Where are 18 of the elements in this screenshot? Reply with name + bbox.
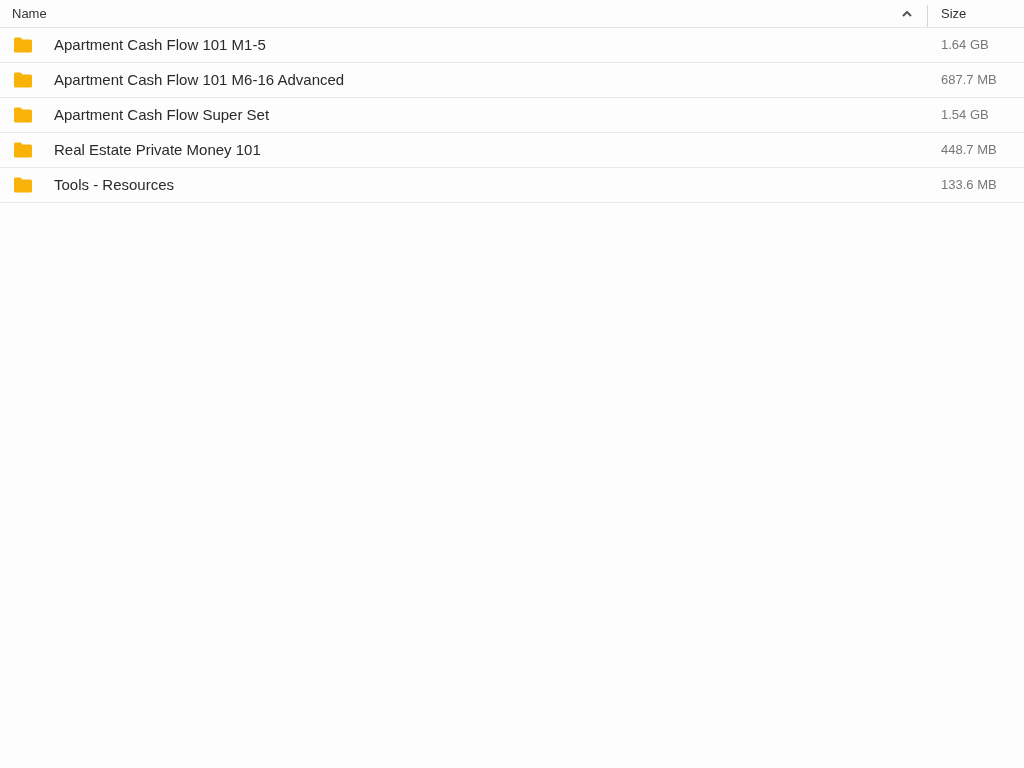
folder-icon <box>13 107 33 123</box>
column-header[interactable]: Name <box>12 3 47 24</box>
folder-icon <box>13 37 33 53</box>
file-name: Tools - Resources <box>54 174 176 195</box>
folder-icon <box>13 72 33 88</box>
file-size: 687.7 MB <box>941 71 997 90</box>
file-name: Real Estate Private Money 101 <box>54 139 262 160</box>
folder-icon <box>13 142 33 158</box>
file-name: Apartment Cash Flow 101 M1-5 <box>54 34 267 55</box>
file-size: 448.7 MB <box>941 141 997 160</box>
file-size: 133.6 MB <box>941 176 997 195</box>
file-size: 1.64 GB <box>941 36 989 55</box>
folder-icon <box>13 177 33 193</box>
chevron-up-icon[interactable] <box>902 10 912 17</box>
file-name: Apartment Cash Flow 101 M6-16 Advanced <box>54 69 346 90</box>
file-size: 1.54 GB <box>941 106 989 125</box>
column-header[interactable]: Size <box>941 3 967 24</box>
file-name: Apartment Cash Flow Super Set <box>54 104 271 125</box>
